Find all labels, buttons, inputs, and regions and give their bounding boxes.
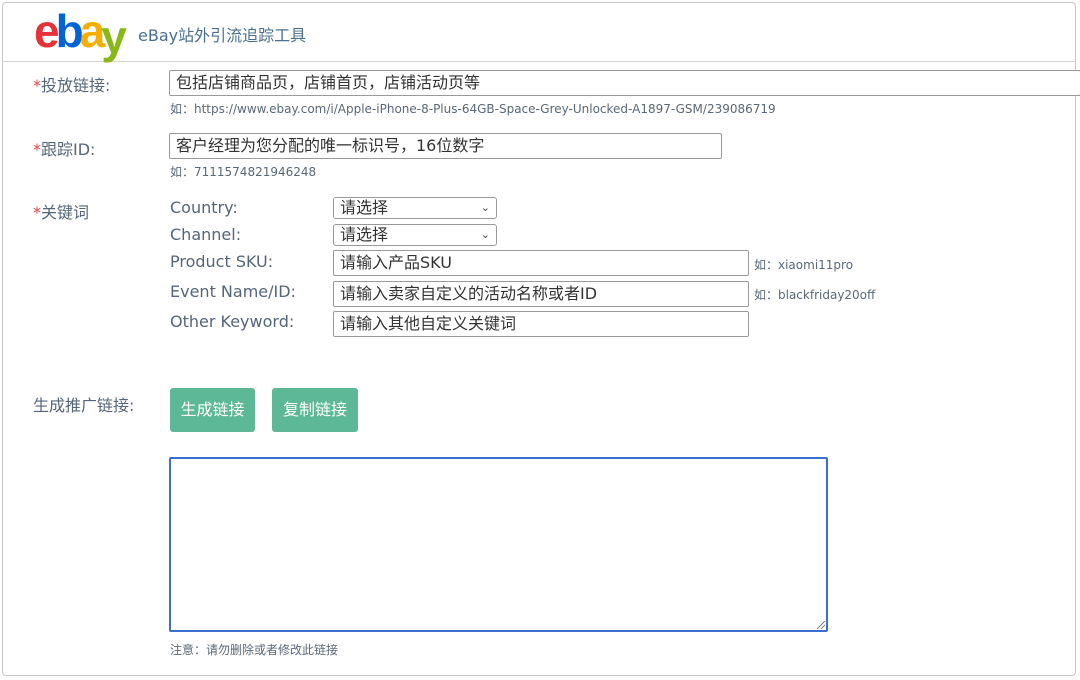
generate-link-button[interactable]: 生成链接 — [170, 388, 255, 432]
country-label: Country: — [170, 198, 238, 217]
channel-label: Channel: — [170, 225, 242, 244]
notice-text: 注意：请勿删除或者修改此链接 — [170, 643, 339, 657]
required-mark: * — [33, 140, 41, 159]
sku-hint: 如：xiaomi11pro — [754, 258, 854, 272]
sku-label: Product SKU: — [170, 252, 274, 271]
header: ebay eBay站外引流追踪工具 — [2, 2, 1076, 62]
channel-select[interactable]: 请选择 ⌄ — [333, 224, 497, 246]
country-select[interactable]: 请选择 ⌄ — [333, 197, 497, 219]
sku-input[interactable]: 请输入产品SKU — [333, 250, 749, 276]
required-mark: * — [33, 76, 41, 95]
other-keyword-label: Other Keyword: — [170, 312, 295, 331]
link-input[interactable]: 包括店铺商品页，店铺首页，店铺活动页等 — [169, 70, 1080, 96]
tracking-id-input[interactable]: 客户经理为您分配的唯一标识号，16位数字 — [169, 133, 722, 159]
event-input[interactable]: 请输入卖家自定义的活动名称或者ID — [333, 281, 749, 307]
keywords-label: *关键词 — [33, 203, 90, 222]
event-hint: 如：blackfriday20off — [754, 288, 876, 302]
generated-link-textarea[interactable] — [169, 457, 828, 632]
required-mark: * — [33, 203, 41, 222]
resize-handle[interactable] — [817, 621, 825, 629]
app-title: eBay站外引流追踪工具 — [138, 26, 307, 45]
generate-label: 生成推广链接: — [33, 396, 135, 415]
tracking-label: *跟踪ID: — [33, 140, 96, 159]
link-label: *投放链接: — [33, 76, 111, 95]
chevron-down-icon: ⌄ — [480, 201, 490, 214]
tracking-hint: 如：7111574821946248 — [170, 165, 317, 179]
link-hint: 如：https://www.ebay.com/i/Apple-iPhone-8-… — [170, 102, 776, 116]
chevron-down-icon: ⌄ — [480, 228, 490, 241]
event-label: Event Name/ID: — [170, 282, 296, 301]
other-keyword-input[interactable]: 请输入其他自定义关键词 — [333, 311, 749, 337]
ebay-logo: ebay — [34, 5, 127, 63]
copy-link-button[interactable]: 复制链接 — [272, 388, 358, 432]
